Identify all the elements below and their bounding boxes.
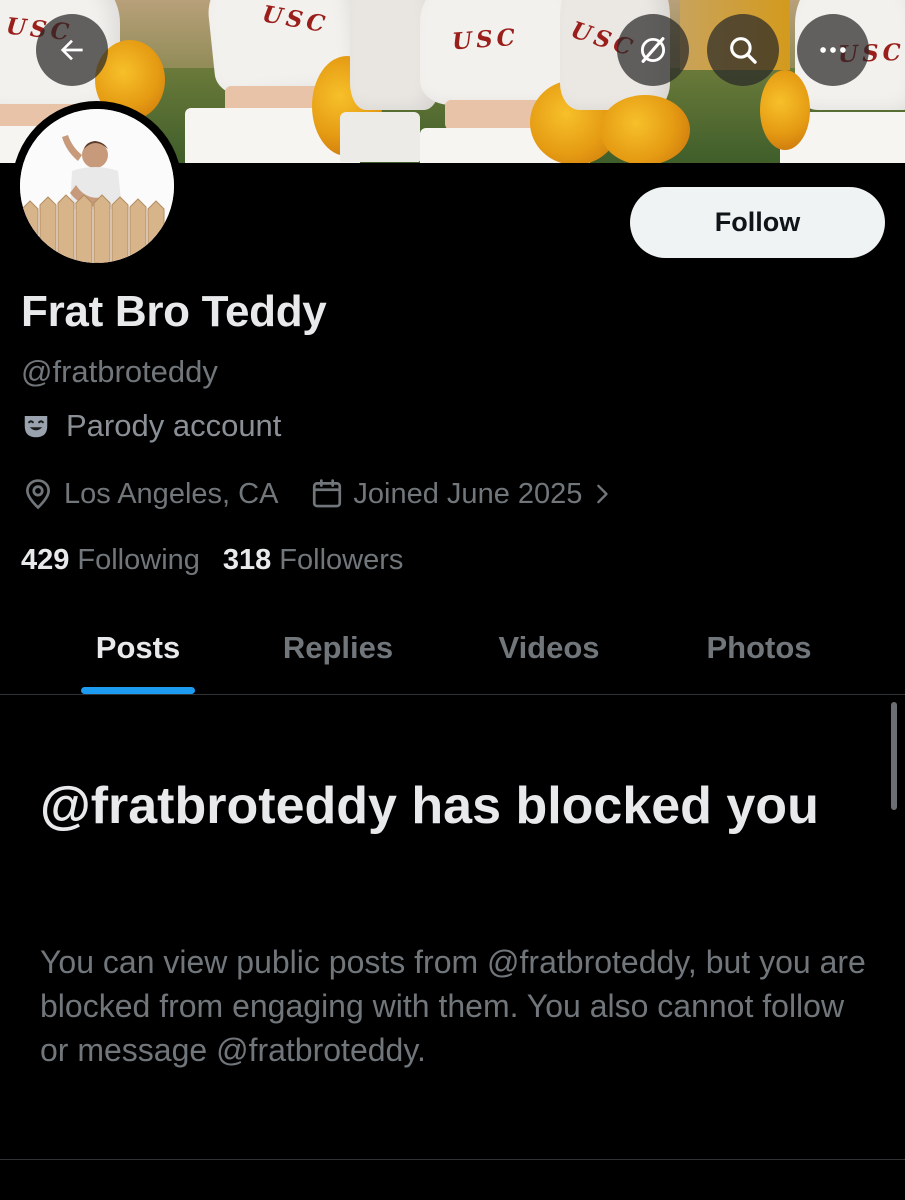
followers-count[interactable]: 318: [223, 544, 271, 577]
profile-joined-date[interactable]: Joined June 2025: [353, 478, 582, 511]
profile-meta: Los Angeles, CA Joined June 2025: [21, 474, 614, 514]
avatar-image: [20, 109, 174, 263]
tab-videos[interactable]: Videos: [470, 600, 628, 695]
location-pin-icon: [26, 479, 50, 510]
blocked-description: You can view public posts from @fratbrot…: [40, 944, 866, 1068]
scrollbar[interactable]: [891, 702, 897, 810]
back-button[interactable]: [36, 14, 108, 86]
grok-button[interactable]: [617, 14, 689, 86]
profile-tabs: Posts Replies Videos Photos: [0, 600, 905, 695]
username-handle: @fratbroteddy: [21, 354, 218, 389]
tab-posts[interactable]: Posts: [62, 600, 214, 695]
calendar-icon: [313, 479, 342, 508]
more-horizontal-icon: [820, 47, 846, 53]
avatar-picture: [20, 109, 174, 263]
search-button[interactable]: [707, 14, 779, 86]
arrow-left-icon: [60, 39, 83, 61]
theater-mask-icon: [24, 416, 48, 438]
search-icon: [730, 37, 757, 64]
follow-button[interactable]: Follow: [630, 187, 885, 258]
profile-avatar[interactable]: [12, 101, 182, 271]
blocked-title: @fratbroteddy has blocked you: [40, 777, 819, 835]
active-tab-indicator: [81, 687, 195, 694]
profile-page: USC USC USC USC USC Follow Frat Bro Tedd…: [0, 0, 905, 1200]
display-name: Frat Bro Teddy: [21, 287, 327, 336]
more-button[interactable]: [797, 14, 869, 86]
profile-location: Los Angeles, CA: [64, 477, 279, 510]
tab-replies[interactable]: Replies: [258, 600, 418, 695]
grok-slash-icon: [640, 37, 666, 63]
follow-stats: 429 Following 318 Followers: [21, 540, 426, 580]
chevron-right-icon[interactable]: [592, 480, 614, 508]
parody-label-text: Parody account: [66, 408, 282, 443]
followers-link[interactable]: Followers: [279, 544, 403, 577]
following-count[interactable]: 429: [21, 544, 69, 577]
divider: [0, 1159, 905, 1160]
banner-jersey-text: USC: [451, 23, 520, 56]
following-link[interactable]: Following: [77, 544, 200, 577]
tab-photos[interactable]: Photos: [680, 600, 838, 695]
parody-label[interactable]: Parody account: [21, 406, 281, 446]
